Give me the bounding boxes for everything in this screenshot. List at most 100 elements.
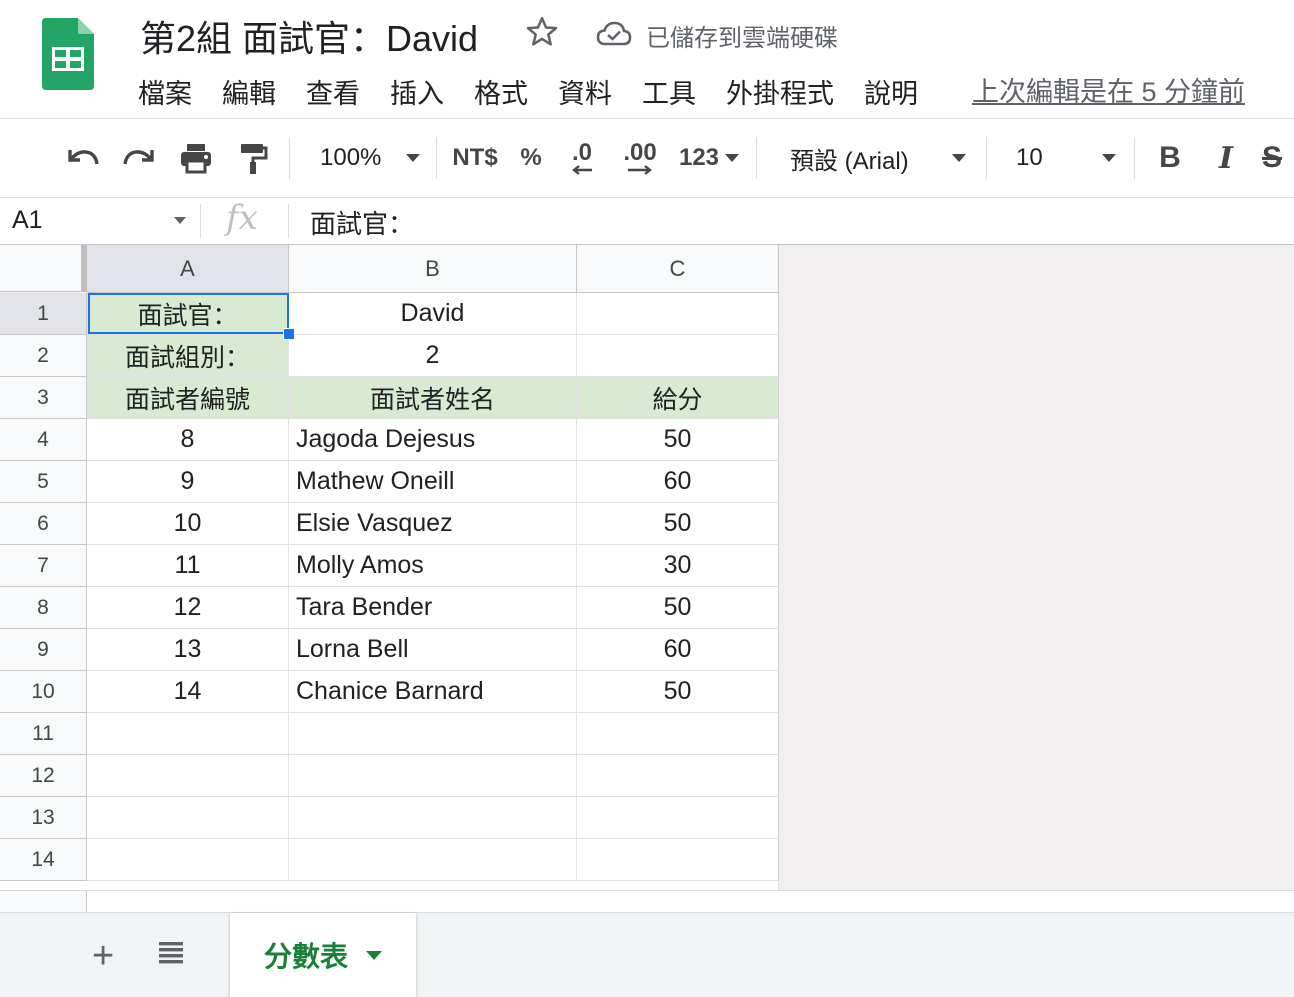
chevron-down-icon[interactable]: [366, 950, 382, 960]
menu-insert[interactable]: 插入: [390, 72, 459, 110]
cell-a5[interactable]: 9: [87, 461, 289, 503]
currency-format-button[interactable]: NT$: [446, 119, 504, 197]
chevron-down-icon[interactable]: [174, 217, 186, 224]
cell-c12[interactable]: [577, 755, 779, 797]
cell-c10[interactable]: 50: [577, 671, 779, 713]
add-sheet-button[interactable]: +: [92, 935, 114, 978]
redo-button[interactable]: [116, 119, 162, 197]
row-header-4[interactable]: 4: [0, 419, 87, 461]
menu-tools[interactable]: 工具: [642, 72, 711, 110]
cell-a8[interactable]: 12: [87, 587, 289, 629]
menu-file[interactable]: 檔案: [138, 72, 207, 110]
font-family-select[interactable]: 預設 (Arial): [776, 119, 972, 197]
formula-input[interactable]: 面試官：: [310, 204, 414, 241]
fill-handle[interactable]: [283, 328, 295, 340]
star-icon[interactable]: [524, 14, 560, 50]
increase-decimal-button[interactable]: .00: [614, 119, 666, 197]
cell-b11[interactable]: [289, 713, 577, 755]
cell-a12[interactable]: [87, 755, 289, 797]
cell-b2[interactable]: 2: [289, 335, 577, 377]
cell-b1[interactable]: David: [289, 293, 577, 335]
cell-a14[interactable]: [87, 839, 289, 881]
cell-b10[interactable]: Chanice Barnard: [289, 671, 577, 713]
menu-data[interactable]: 資料: [558, 72, 627, 110]
document-title[interactable]: 第2組 面試官：David: [140, 10, 478, 62]
row-header-14[interactable]: 14: [0, 839, 87, 881]
row-header-6[interactable]: 6: [0, 503, 87, 545]
cell-b13[interactable]: [289, 797, 577, 839]
cell-c1[interactable]: [577, 293, 779, 335]
cell-b8[interactable]: Tara Bender: [289, 587, 577, 629]
zoom-select[interactable]: 100%: [304, 119, 428, 197]
cell-a11[interactable]: [87, 713, 289, 755]
print-button[interactable]: [174, 119, 218, 197]
cell-a13[interactable]: [87, 797, 289, 839]
row-header-1[interactable]: 1: [0, 293, 87, 335]
cell-a3[interactable]: 面試者編號: [87, 377, 289, 419]
cell-c2[interactable]: [577, 335, 779, 377]
save-status[interactable]: 已儲存到雲端硬碟: [646, 18, 838, 53]
cell-b5[interactable]: Mathew Oneill: [289, 461, 577, 503]
menu-view[interactable]: 查看: [306, 72, 375, 110]
cell-c7[interactable]: 30: [577, 545, 779, 587]
sheet-tab-label: 分數表: [263, 941, 348, 972]
row-header-12[interactable]: 12: [0, 755, 87, 797]
column-header-a[interactable]: A: [87, 245, 289, 293]
cell-b9[interactable]: Lorna Bell: [289, 629, 577, 671]
menu-addons[interactable]: 外掛程式: [726, 72, 849, 110]
cell-c8[interactable]: 50: [577, 587, 779, 629]
italic-button[interactable]: I: [1206, 119, 1246, 197]
column-header-c[interactable]: C: [577, 245, 779, 293]
row-header-7[interactable]: 7: [0, 545, 87, 587]
grid-partial-row: [0, 881, 779, 890]
cell-b12[interactable]: [289, 755, 577, 797]
cell-a7[interactable]: 11: [87, 545, 289, 587]
undo-button[interactable]: [60, 119, 106, 197]
name-box[interactable]: A1: [12, 206, 43, 235]
cell-c5[interactable]: 60: [577, 461, 779, 503]
row-header-5[interactable]: 5: [0, 461, 87, 503]
row-header-9[interactable]: 9: [0, 629, 87, 671]
cell-b14[interactable]: [289, 839, 577, 881]
sheets-logo-icon[interactable]: [42, 18, 94, 90]
cell-b6[interactable]: Elsie Vasquez: [289, 503, 577, 545]
row-header-3[interactable]: 3: [0, 377, 87, 419]
cell-c4[interactable]: 50: [577, 419, 779, 461]
row-header-8[interactable]: 8: [0, 587, 87, 629]
cell-c6[interactable]: 50: [577, 503, 779, 545]
cell-b7[interactable]: Molly Amos: [289, 545, 577, 587]
cell-a6[interactable]: 10: [87, 503, 289, 545]
percent-format-button[interactable]: %: [512, 119, 550, 197]
cell-a4[interactable]: 8: [87, 419, 289, 461]
number-format-select[interactable]: 123: [672, 119, 746, 197]
font-size-select[interactable]: 10: [1000, 119, 1122, 197]
menu-format[interactable]: 格式: [474, 72, 543, 110]
column-header-b[interactable]: B: [289, 245, 577, 293]
row-header-10[interactable]: 10: [0, 671, 87, 713]
select-all-corner[interactable]: [0, 245, 87, 292]
cloud-saved-icon[interactable]: [596, 20, 632, 48]
cell-a10[interactable]: 14: [87, 671, 289, 713]
cell-c3[interactable]: 給分: [577, 377, 779, 419]
bold-button[interactable]: B: [1150, 119, 1190, 197]
decrease-decimal-button[interactable]: .0: [560, 119, 604, 197]
sheet-tab-active[interactable]: 分數表: [230, 913, 416, 997]
cell-a9[interactable]: 13: [87, 629, 289, 671]
menu-help[interactable]: 說明: [864, 72, 933, 110]
cell-c14[interactable]: [577, 839, 779, 881]
paint-format-button[interactable]: [232, 119, 274, 197]
row-header-11[interactable]: 11: [0, 713, 87, 755]
menu-edit[interactable]: 編輯: [222, 72, 291, 110]
cell-a2[interactable]: 面試組別：: [87, 335, 289, 377]
strikethrough-button[interactable]: S: [1262, 119, 1294, 197]
cell-c9[interactable]: 60: [577, 629, 779, 671]
cell-c13[interactable]: [577, 797, 779, 839]
cell-c11[interactable]: [577, 713, 779, 755]
cell-b4[interactable]: Jagoda Dejesus: [289, 419, 577, 461]
cell-b3[interactable]: 面試者姓名: [289, 377, 577, 419]
toolbar-divider: [1134, 137, 1135, 179]
all-sheets-menu-icon[interactable]: [156, 937, 186, 967]
last-edit-link[interactable]: 上次編輯是在 5 分鐘前: [972, 70, 1245, 109]
row-header-13[interactable]: 13: [0, 797, 87, 839]
row-header-2[interactable]: 2: [0, 335, 87, 377]
